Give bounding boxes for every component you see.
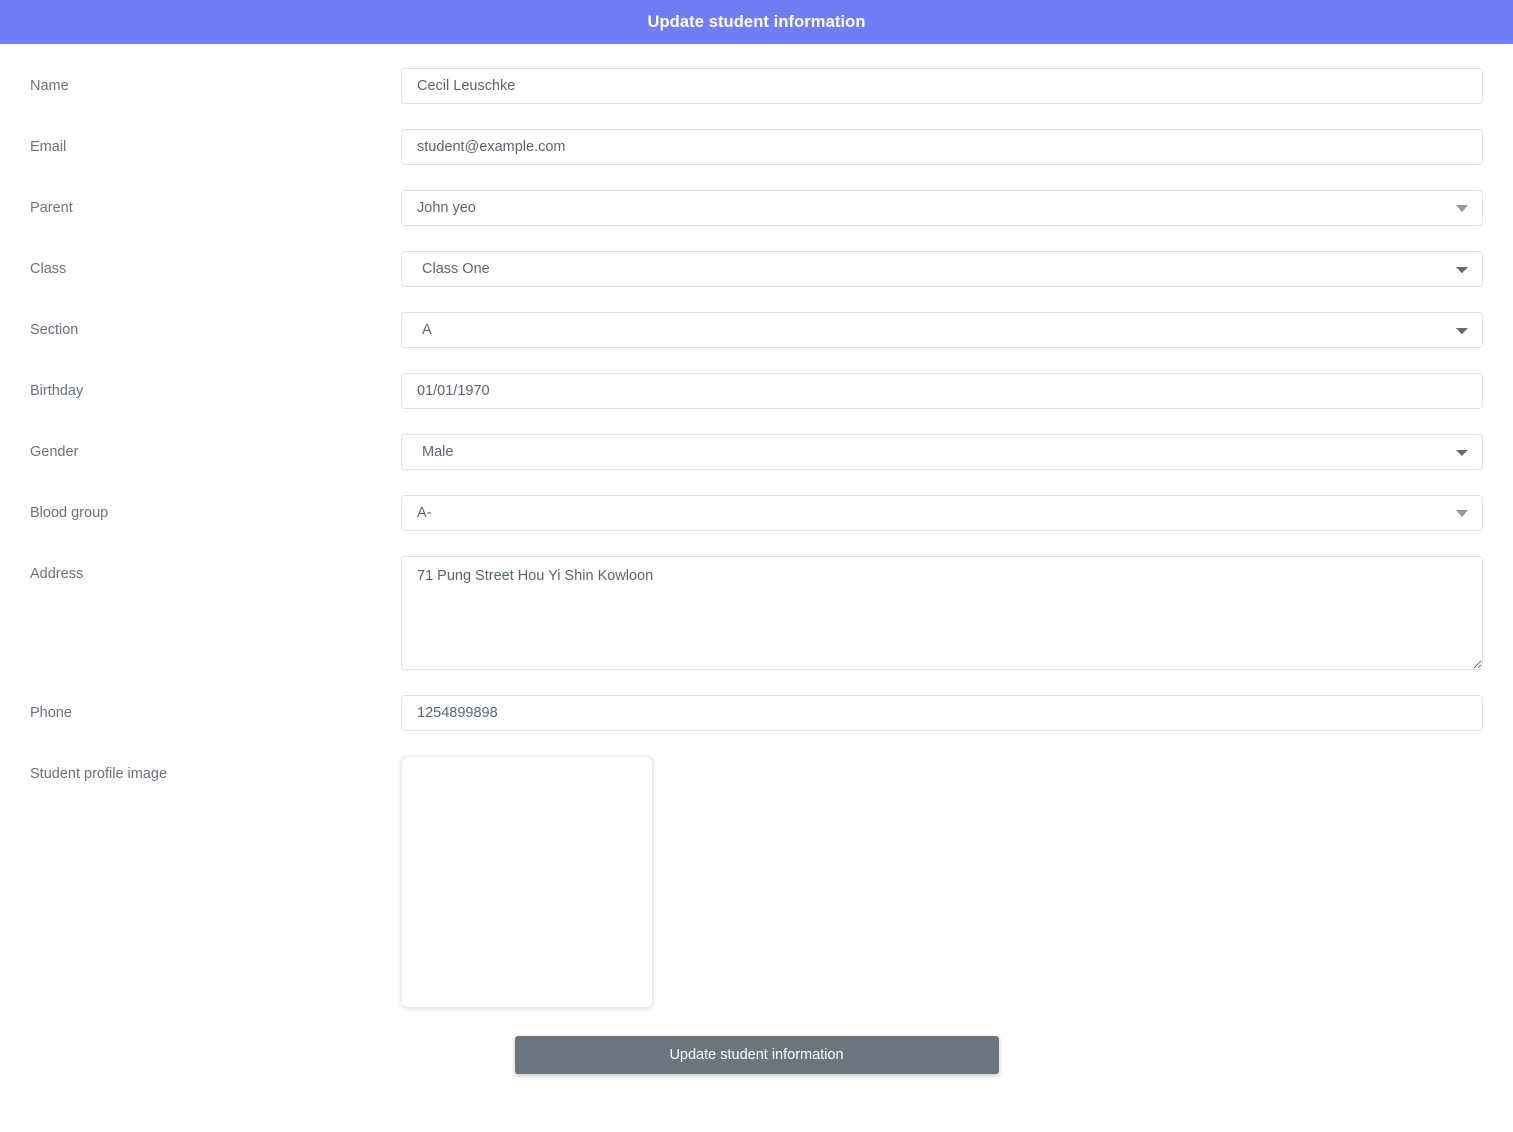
class-select[interactable]: Class One	[401, 251, 1483, 287]
blood-group-select-value: A-	[417, 505, 432, 521]
label-class: Class	[30, 261, 67, 277]
update-student-form: Name Email Parent John yeo Class Class O…	[0, 44, 1513, 1074]
label-email: Email	[30, 139, 67, 155]
parent-select[interactable]: John yeo	[401, 190, 1483, 226]
label-name: Name	[30, 78, 69, 94]
label-phone: Phone	[30, 705, 72, 721]
update-student-information-button[interactable]: Update student information	[514, 1036, 999, 1074]
gender-select[interactable]: Male	[401, 434, 1483, 470]
label-address: Address	[30, 566, 84, 582]
form-row-parent: Parent John yeo	[0, 190, 1513, 226]
name-input[interactable]	[401, 68, 1483, 104]
label-profile-image: Student profile image	[30, 766, 168, 782]
caret-down-icon	[1456, 205, 1468, 212]
label-birthday: Birthday	[30, 383, 84, 399]
profile-image-dropzone[interactable]	[401, 756, 653, 1008]
form-row-blood-group: Blood group A-	[0, 495, 1513, 531]
form-row-class: Class Class One	[0, 251, 1513, 287]
caret-down-icon	[1456, 510, 1468, 517]
form-row-profile-image: Student profile image	[0, 756, 1513, 1008]
form-row-email: Email	[0, 129, 1513, 165]
blood-group-select[interactable]: A-	[401, 495, 1483, 531]
form-row-birthday: Birthday	[0, 373, 1513, 409]
birthday-input[interactable]	[401, 373, 1483, 409]
submit-row: Update student information	[0, 1036, 1513, 1074]
phone-input[interactable]	[401, 695, 1483, 731]
parent-select-value: John yeo	[417, 200, 476, 216]
label-blood-group: Blood group	[30, 505, 109, 521]
form-row-address: Address 71 Pung Street Hou Yi Shin Kowlo…	[0, 556, 1513, 670]
page-title: Update student information	[647, 12, 866, 31]
label-section: Section	[30, 322, 79, 338]
form-row-gender: Gender Male	[0, 434, 1513, 470]
address-textarea[interactable]: 71 Pung Street Hou Yi Shin Kowloon	[401, 556, 1483, 670]
email-input[interactable]	[401, 129, 1483, 165]
label-parent: Parent	[30, 200, 73, 216]
form-row-section: Section A	[0, 312, 1513, 348]
form-row-phone: Phone	[0, 695, 1513, 731]
section-select[interactable]: A	[401, 312, 1483, 348]
page-header: Update student information	[0, 0, 1513, 44]
form-row-name: Name	[0, 68, 1513, 104]
label-gender: Gender	[30, 444, 79, 460]
